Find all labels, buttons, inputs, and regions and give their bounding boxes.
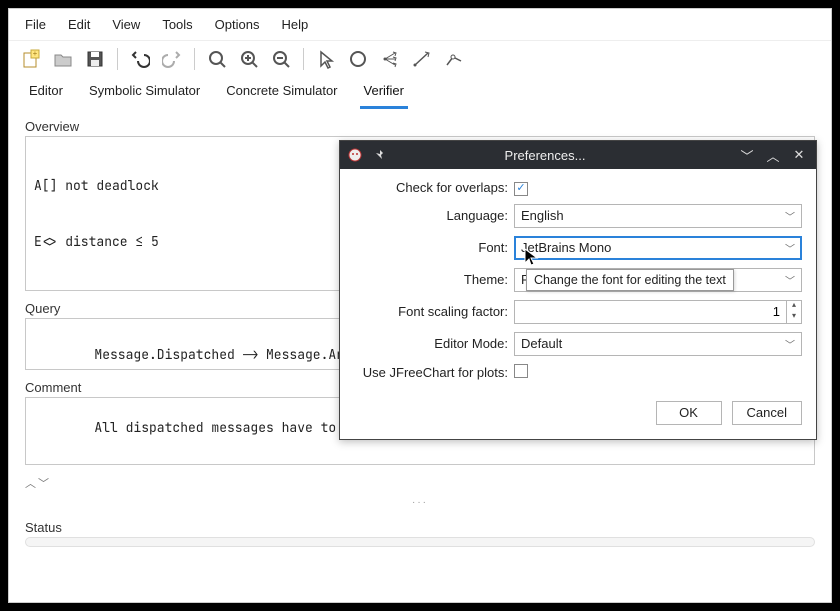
chevron-down-icon[interactable]: ﹀ [38, 475, 49, 491]
save-icon[interactable] [81, 45, 109, 73]
font-label: Font: [354, 240, 514, 255]
toolbar: + [9, 41, 831, 77]
tabs: Editor Symbolic Simulator Concrete Simul… [9, 77, 831, 109]
branch-tool-icon[interactable] [376, 45, 404, 73]
minimize-icon[interactable]: ﹀ [738, 146, 756, 165]
chevron-down-icon: ﹀ [785, 336, 795, 351]
query-text: Message.Dispatched ⟶ Message.Arrive [94, 346, 375, 363]
toolbar-separator [194, 48, 195, 70]
circle-tool-icon[interactable] [344, 45, 372, 73]
redo-icon[interactable] [158, 45, 186, 73]
status-label: Status [25, 520, 815, 535]
spin-down-icon[interactable]: ▾ [787, 312, 801, 323]
row-overlaps: Check for overlaps: [354, 179, 802, 196]
nail-tool-icon[interactable] [440, 45, 468, 73]
editor-mode-value: Default [521, 336, 562, 351]
dialog-title: Preferences... [400, 148, 730, 163]
zoom-out-icon[interactable] [267, 45, 295, 73]
status-section: Status [25, 520, 815, 551]
app-icon [348, 148, 366, 162]
svg-text:+: + [33, 49, 38, 58]
status-scrollbar[interactable] [25, 537, 815, 547]
maximize-icon[interactable]: ︿ [764, 146, 782, 165]
menu-file[interactable]: File [15, 13, 56, 36]
row-language: Language: English ﹀ [354, 204, 802, 228]
font-value: JetBrains Mono [521, 240, 611, 255]
language-label: Language: [354, 208, 514, 223]
menu-view[interactable]: View [102, 13, 150, 36]
overview-label: Overview [25, 119, 815, 134]
row-jfreechart: Use JFreeChart for plots: [354, 364, 802, 381]
font-tooltip: Change the font for editing the text [526, 269, 734, 291]
cancel-button[interactable]: Cancel [732, 401, 802, 425]
open-file-icon[interactable] [49, 45, 77, 73]
editor-mode-combo[interactable]: Default ﹀ [514, 332, 802, 356]
dialog-titlebar[interactable]: Preferences... ﹀ ︿ ✕ [340, 141, 816, 169]
drag-handle-icon[interactable]: ··· [25, 497, 815, 508]
toolbar-separator [117, 48, 118, 70]
scaling-spinner[interactable]: ▴ ▾ [514, 300, 802, 324]
overlaps-checkbox[interactable] [514, 182, 528, 196]
pointer-tool-icon[interactable] [312, 45, 340, 73]
row-editor-mode: Editor Mode: Default ﹀ [354, 332, 802, 356]
tab-editor[interactable]: Editor [25, 77, 67, 109]
theme-label: Theme: [354, 272, 514, 287]
spin-up-icon[interactable]: ▴ [787, 301, 801, 312]
tab-concrete-simulator[interactable]: Concrete Simulator [222, 77, 341, 109]
menu-edit[interactable]: Edit [58, 13, 100, 36]
new-file-icon[interactable]: + [17, 45, 45, 73]
expand-chevrons[interactable]: ︿ ﹀ [25, 475, 815, 491]
spinner-buttons[interactable]: ▴ ▾ [786, 300, 802, 324]
language-value: English [521, 208, 564, 223]
menubar: File Edit View Tools Options Help [9, 9, 831, 41]
zoom-fit-icon[interactable] [203, 45, 231, 73]
zoom-in-icon[interactable] [235, 45, 263, 73]
editor-mode-label: Editor Mode: [354, 336, 514, 351]
menu-options[interactable]: Options [205, 13, 270, 36]
toolbar-separator [303, 48, 304, 70]
chevron-up-icon[interactable]: ︿ [25, 475, 36, 491]
ok-button[interactable]: OK [656, 401, 722, 425]
close-icon[interactable]: ✕ [790, 147, 808, 163]
scaling-label: Font scaling factor: [354, 304, 514, 319]
menu-help[interactable]: Help [271, 13, 318, 36]
row-scaling: Font scaling factor: ▴ ▾ [354, 300, 802, 324]
overlaps-label: Check for overlaps: [354, 180, 514, 195]
chevron-down-icon: ﹀ [785, 208, 795, 223]
chevron-down-icon: ﹀ [785, 240, 795, 255]
jfreechart-label: Use JFreeChart for plots: [354, 365, 514, 380]
scaling-input[interactable] [514, 300, 786, 324]
language-combo[interactable]: English ﹀ [514, 204, 802, 228]
row-font: Font: JetBrains Mono ﹀ [354, 236, 802, 260]
undo-icon[interactable] [126, 45, 154, 73]
jfreechart-checkbox[interactable] [514, 364, 528, 378]
dialog-buttons: OK Cancel [340, 389, 816, 439]
tab-symbolic-simulator[interactable]: Symbolic Simulator [85, 77, 204, 109]
menu-tools[interactable]: Tools [152, 13, 202, 36]
chevron-down-icon: ﹀ [785, 272, 795, 287]
tab-verifier[interactable]: Verifier [360, 77, 408, 109]
pin-icon[interactable] [374, 149, 392, 161]
edge-tool-icon[interactable] [408, 45, 436, 73]
font-combo[interactable]: JetBrains Mono ﹀ [514, 236, 802, 260]
